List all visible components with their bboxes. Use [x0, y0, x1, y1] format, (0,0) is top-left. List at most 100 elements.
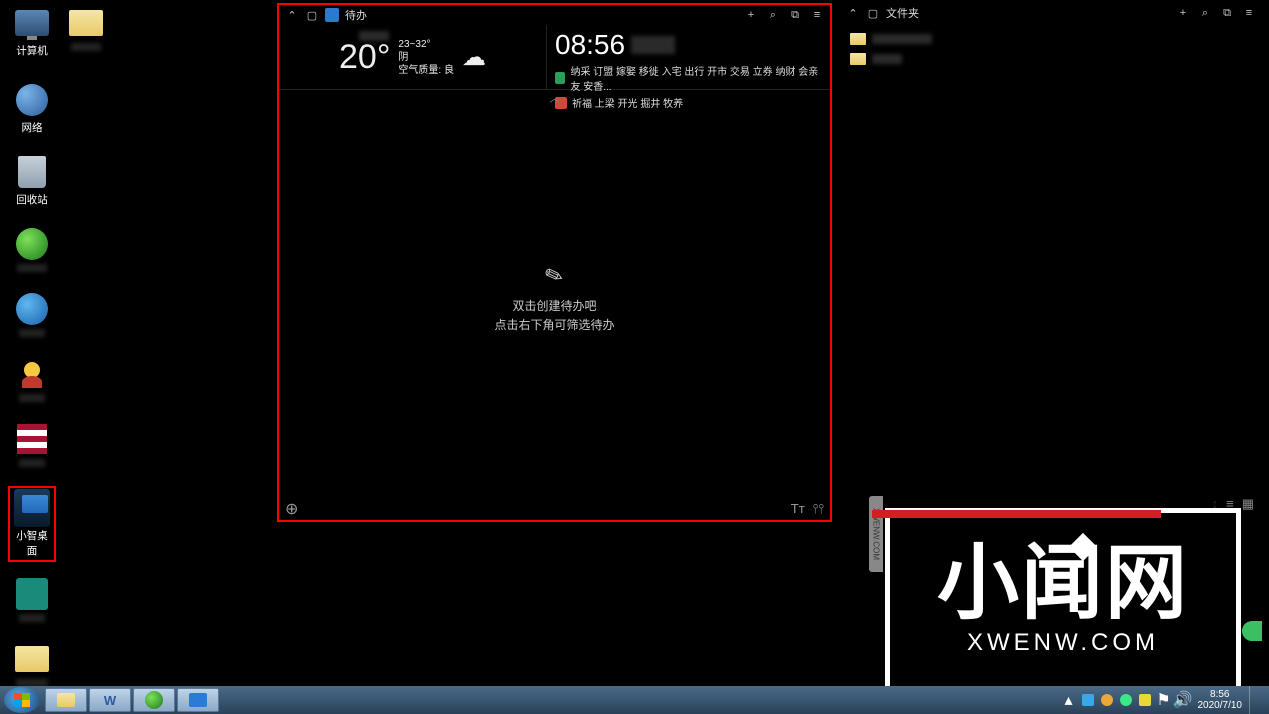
icon-label-blurred [19, 459, 45, 467]
browser-icon [145, 691, 163, 709]
todo-widget: ⌃ ▢ 待办 + ⌕ ⧉ ≡ 20° 23~32° 阴 空气质量: 良 [277, 3, 832, 522]
widget-title: 文件夹 [886, 5, 919, 21]
desktop-icon-trash[interactable]: 回收站 [8, 154, 56, 207]
clock-time: 08:56 [555, 29, 625, 61]
icon-label: 计算机 [8, 43, 56, 58]
popout-icon[interactable]: ⧉ [788, 8, 802, 22]
filter-icon[interactable]: ⫯⫯ [813, 501, 824, 517]
todo-widget-footer: ⊕ Tᴛ ⫯⫯ [279, 498, 830, 520]
restore-icon[interactable]: ▢ [866, 6, 880, 20]
file-item[interactable] [850, 49, 1252, 69]
folder-icon [850, 33, 866, 45]
icon-label-blurred [19, 394, 45, 402]
blurred-text [631, 36, 675, 54]
tray-date-text: 2020/7/10 [1198, 700, 1243, 711]
taskbar-explorer[interactable] [45, 688, 87, 712]
tray-app1-icon[interactable] [1080, 692, 1096, 708]
air-quality: 空气质量: 良 [398, 64, 454, 77]
icon-label: 小智桌面 [12, 528, 52, 558]
almanac-text: 纳采 订盟 嫁娶 移徙 入宅 出行 开市 交易 立券 纳财 会亲友 安香... [570, 63, 822, 93]
chevron-up-icon[interactable]: ⌃ [846, 6, 860, 20]
desktop-icon-folder2[interactable] [8, 641, 56, 687]
desktop-icon-xiaozhi[interactable]: 小智桌面 [8, 486, 56, 562]
tray-clock[interactable]: 8:56 2020/7/10 [1198, 689, 1243, 711]
desktop-icon-computer[interactable]: 计算机 [8, 5, 56, 58]
file-name-blurred [872, 34, 932, 44]
windows-logo-icon [14, 693, 30, 707]
text-size-icon[interactable]: Tᴛ [791, 501, 805, 517]
add-icon[interactable]: + [744, 8, 758, 22]
weather-meta: 23~32° 阴 空气质量: 良 [398, 38, 454, 77]
desktop-icon-browser[interactable] [8, 226, 56, 272]
good-badge-icon [555, 72, 565, 84]
tray-time-text: 8:56 [1198, 689, 1243, 700]
taskbar-xiaozhi[interactable] [177, 688, 219, 712]
files-widget: ⌃ ▢ 文件夹 + ⌕ ⧉ ≡ ↕ ≡ ▦ [840, 3, 1262, 492]
empty-line1: 双击创建待办吧 [494, 297, 614, 316]
computer-icon [15, 10, 49, 36]
cloud-icon: ☁ [462, 43, 486, 72]
desktop-icon-folder[interactable] [62, 5, 110, 51]
taskbar: W ▴ ⚑ 🔊 8:56 2020/7/10 [0, 686, 1269, 714]
system-tray: ▴ ⚑ 🔊 8:56 2020/7/10 [1061, 686, 1266, 714]
tray-volume-icon[interactable]: 🔊 [1175, 692, 1191, 708]
todo-body[interactable]: ✎ 双击创建待办吧 点击右下角可筛选待办 [279, 100, 830, 498]
empty-message: 双击创建待办吧 点击右下角可筛选待办 [494, 297, 614, 335]
desktop-icon-penguin[interactable] [8, 356, 56, 402]
icon-label-blurred [71, 43, 101, 51]
search-icon[interactable]: ⌕ [1198, 6, 1212, 20]
green-bubble-icon [1242, 621, 1262, 641]
tray-flag-icon[interactable]: ⚑ [1156, 692, 1172, 708]
collapse-arrow-icon[interactable]: ︿ [279, 90, 830, 100]
desktop-icons-column: 计算机 网络 回收站 小智桌面 [8, 5, 68, 706]
icon-label-blurred [17, 264, 47, 272]
tray-app4-icon[interactable] [1137, 692, 1153, 708]
network-icon [16, 84, 48, 116]
file-name-blurred [872, 54, 902, 64]
todo-widget-header: ⌃ ▢ 待办 + ⌕ ⧉ ≡ [279, 5, 830, 25]
add-icon[interactable]: + [1176, 6, 1190, 20]
tray-app3-icon[interactable] [1118, 692, 1134, 708]
temperature: 20° [339, 38, 390, 77]
desktop-icon-teal[interactable] [8, 576, 56, 622]
file-item[interactable] [850, 29, 1252, 49]
widget-title: 待办 [345, 7, 367, 23]
empty-line2: 点击右下角可筛选待办 [494, 316, 614, 335]
start-button[interactable] [4, 687, 40, 713]
side-tab[interactable]: XWENW.COM [869, 496, 883, 572]
watermark-cn-text: 小闻网 [937, 538, 1189, 629]
desktop-icon-app[interactable] [8, 421, 56, 467]
menu-icon[interactable]: ≡ [810, 8, 824, 22]
files-body [840, 23, 1262, 75]
folder-icon [850, 53, 866, 65]
temp-range: 23~32° [398, 38, 454, 51]
widget-logo-icon [325, 8, 339, 22]
weather-cond: 阴 [398, 51, 454, 64]
almanac-good: 纳采 订盟 嫁娶 移徙 入宅 出行 开市 交易 立券 纳财 会亲友 安香... [555, 63, 822, 93]
tray-app2-icon[interactable] [1099, 692, 1115, 708]
pixel-icon [17, 424, 47, 454]
menu-icon[interactable]: ≡ [1242, 6, 1256, 20]
tray-expand-icon[interactable]: ▴ [1061, 692, 1077, 708]
search-icon[interactable]: ⌕ [766, 8, 780, 22]
watermark-cn: 小闻网 [937, 543, 1189, 625]
taskbar-word[interactable]: W [89, 688, 131, 712]
desktop-icon-ie[interactable] [8, 291, 56, 337]
restore-icon[interactable]: ▢ [305, 8, 319, 22]
grid-view-icon[interactable]: ▦ [1242, 496, 1254, 512]
folder-icon [15, 646, 49, 672]
ie-icon [16, 293, 48, 325]
taskbar-browser[interactable] [133, 688, 175, 712]
desktop-icon-network[interactable]: 网络 [8, 82, 56, 135]
add-task-icon[interactable]: ⊕ [285, 499, 298, 519]
show-desktop-button[interactable] [1249, 686, 1259, 714]
chevron-up-icon[interactable]: ⌃ [285, 8, 299, 22]
trash-icon [18, 156, 46, 188]
weather-panel[interactable]: 20° 23~32° 阴 空气质量: 良 ☁ [279, 25, 546, 89]
popout-icon[interactable]: ⧉ [1220, 6, 1234, 20]
time-news-panel[interactable]: 08:56 纳采 订盟 嫁娶 移徙 入宅 出行 开市 交易 立券 纳财 会亲友 … [546, 25, 830, 89]
files-widget-header: ⌃ ▢ 文件夹 + ⌕ ⧉ ≡ [840, 3, 1262, 23]
xiaozhi-icon [14, 489, 50, 527]
folder-icon [57, 693, 75, 707]
icon-label-blurred [19, 329, 45, 337]
